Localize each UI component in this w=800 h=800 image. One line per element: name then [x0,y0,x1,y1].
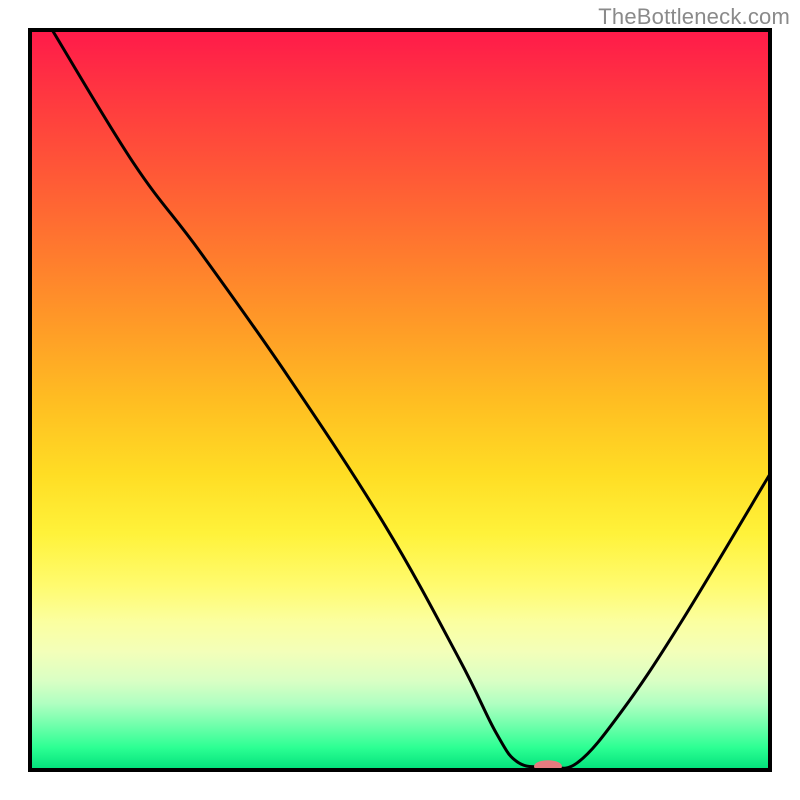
chart-svg [0,0,800,800]
chart-container: TheBottleneck.com [0,0,800,800]
watermark-text: TheBottleneck.com [598,4,790,30]
plot-area [30,30,770,772]
